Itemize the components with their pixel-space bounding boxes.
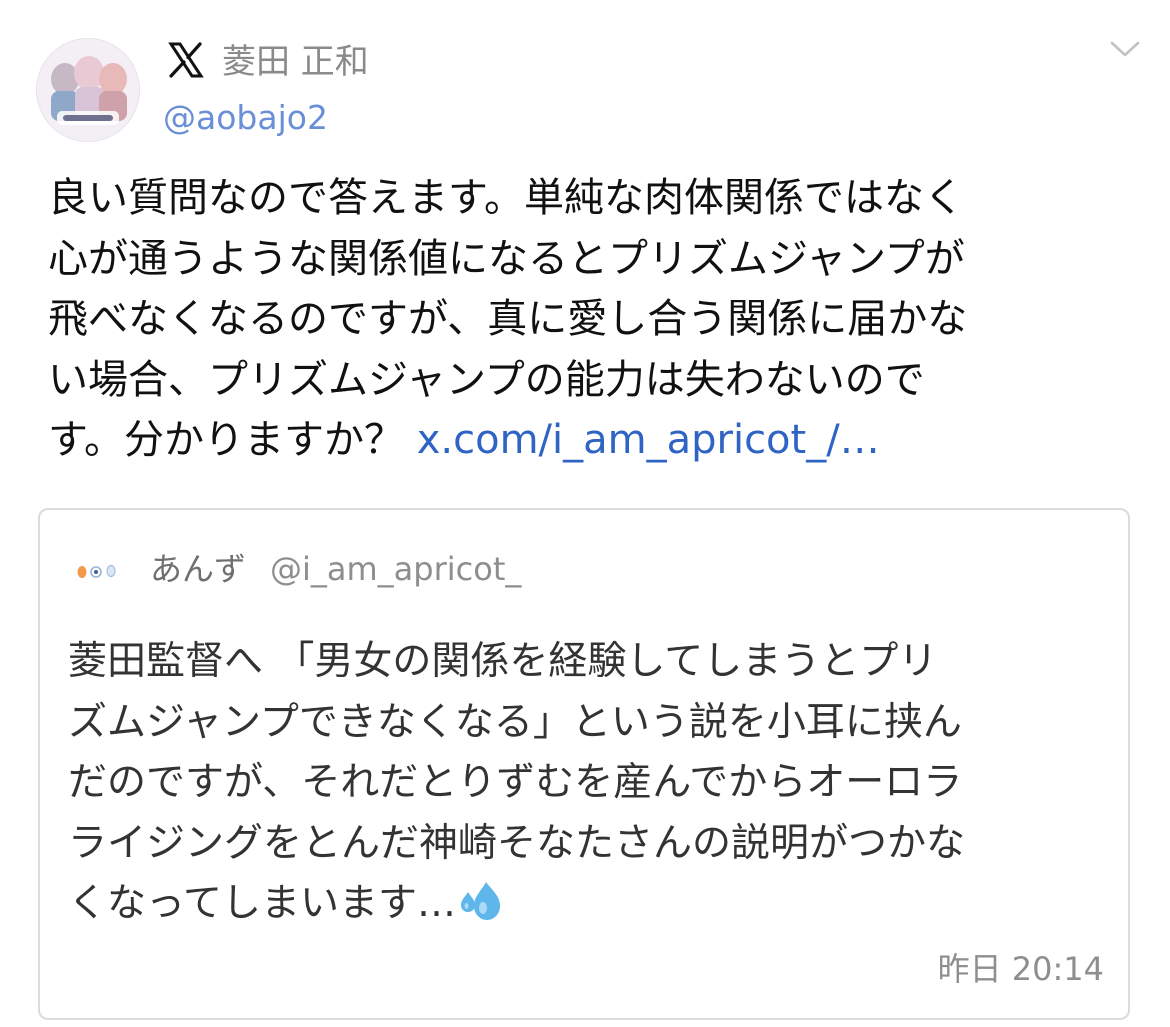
author-handle[interactable]: @aobajo2	[163, 94, 328, 142]
quoted-tweet-link[interactable]: x.com/i_am_apricot_/…	[417, 417, 880, 463]
tweet-body: 良い質問なので答えます。単純な肉体関係ではなく 心が通うような関係値になるとプリ…	[48, 168, 1108, 471]
chevron-down-icon[interactable]	[1108, 36, 1142, 62]
quoted-tweet-line: だのですが、それだとりずむを産んでからオーロラ	[68, 760, 963, 805]
author-avatar[interactable]	[36, 38, 140, 142]
tweet-line: 飛べなくなるのですが、真に愛し合う関係に届かな	[48, 296, 968, 342]
tweet-line: 良い質問なので答えます。単純な肉体関係ではなく	[48, 175, 964, 221]
quoted-tweet-card[interactable]: あんず @i_am_apricot_ 菱田監督へ 「男女の関係を経験してしまうと…	[38, 508, 1130, 1020]
quoted-tweet-line: ライジングをとんだ神崎そなたさんの説明がつかな	[68, 820, 966, 866]
tweet-line: い場合、プリズムジャンプの能力は失わないので	[48, 356, 925, 403]
author-avatar-image	[37, 39, 139, 141]
quoted-tweet-line: 菱田監督へ 「男女の関係を経験してしまうとプリ	[68, 639, 938, 684]
quoted-author-avatar[interactable]	[68, 560, 130, 582]
quoted-tweet-line-text: くなってしまいます…	[68, 881, 457, 926]
quoted-author-handle[interactable]: @i_am_apricot_	[270, 546, 521, 592]
tweet-last-line: す。分かりますか？ x.com/i_am_apricot_/…	[48, 410, 1108, 471]
quoted-tweet-line: ズムジャンプできなくなる」という説を小耳に挟ん	[68, 699, 962, 745]
quoted-tweet-last-line: くなってしまいます…	[68, 874, 1108, 935]
sweat-droplets-icon	[461, 882, 501, 920]
tweet-line: 心が通うような関係値になるとプリズムジャンプが	[48, 235, 965, 282]
tweet-line-text: す。分かりますか？	[48, 417, 404, 463]
author-display-name[interactable]: 菱田 正和	[222, 38, 369, 86]
quoted-tweet-body: 菱田監督へ 「男女の関係を経験してしまうとプリ ズムジャンプできなくなる」という…	[68, 632, 1108, 935]
quoted-author-display-name[interactable]: あんず	[150, 546, 246, 592]
x-logo-icon	[168, 42, 204, 78]
quoted-tweet-timestamp: 昨日 20:14	[937, 950, 1104, 988]
